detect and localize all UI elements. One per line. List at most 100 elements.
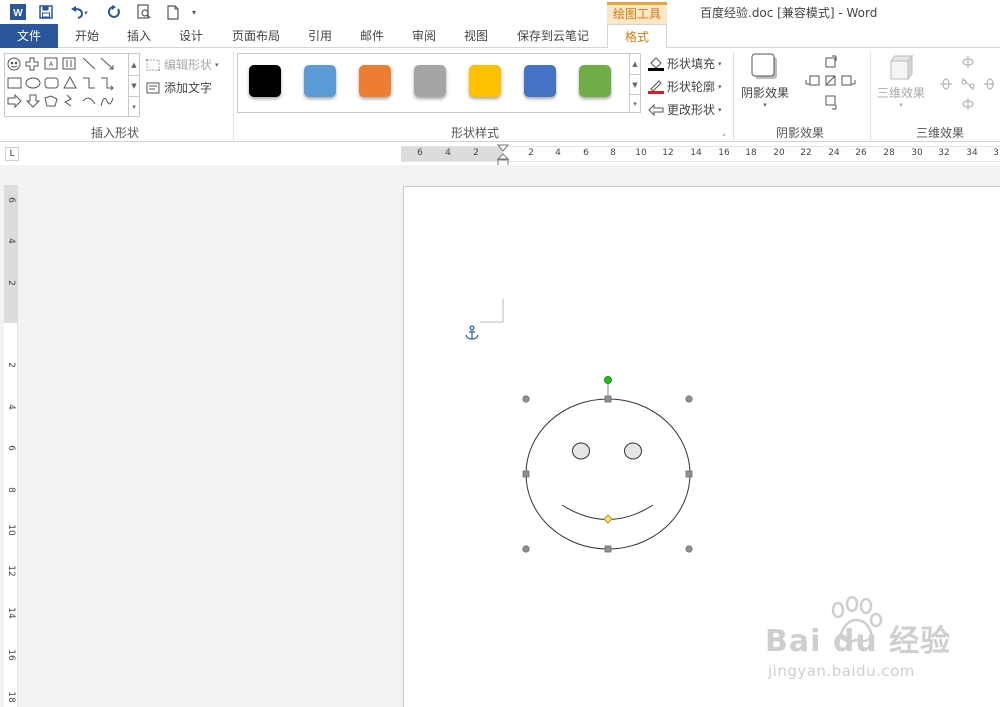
ribbon-tabs: 文件 开始 插入 设计 页面布局 引用 邮件 审阅 视图 保存到云笔记 格式: [0, 24, 1000, 49]
resize-handle-top[interactable]: [604, 395, 612, 403]
ruler-tick: 18: [6, 691, 16, 703]
print-preview-icon[interactable]: [134, 3, 154, 21]
vertical-ruler[interactable]: 6 4 2 2 4 6 8 10 12 14 16 18: [4, 185, 18, 707]
style-swatch-green[interactable]: [579, 65, 611, 97]
style-swatch-blue[interactable]: [304, 65, 336, 97]
tab-format[interactable]: 格式: [607, 24, 667, 49]
shape-thumbnails[interactable]: A: [5, 54, 129, 116]
ruler-tick: 3: [993, 148, 999, 158]
chevron-down-icon: ▾: [718, 105, 722, 114]
smiley-face-shape[interactable]: [513, 372, 703, 562]
ruler-tick: 30: [911, 148, 923, 158]
resize-handle-bottom-right[interactable]: [685, 545, 693, 553]
ruler-tick: 6: [6, 445, 16, 451]
style-swatch-dark-blue[interactable]: [524, 65, 556, 97]
3d-cube-icon: [889, 54, 914, 81]
styles-more[interactable]: ▾: [629, 94, 640, 112]
style-swatch-orange[interactable]: [359, 65, 391, 97]
redo-icon[interactable]: [104, 3, 124, 21]
ruler-tick: 2: [6, 280, 16, 286]
text-box-icon: [146, 82, 160, 93]
resize-handle-right[interactable]: [685, 470, 693, 478]
ruler-tick: 24: [828, 148, 840, 158]
ruler-tick: 10: [635, 148, 647, 158]
paint-bucket-icon: [648, 56, 664, 71]
tab-page-layout[interactable]: 页面布局: [222, 24, 290, 48]
watermark-url: jingyan.baidu.com: [768, 662, 915, 680]
style-swatch-gray[interactable]: [414, 65, 446, 97]
style-swatch-gold[interactable]: [469, 65, 501, 97]
shapes-scroll-up[interactable]: ▲: [128, 54, 139, 75]
tab-mailings[interactable]: 邮件: [349, 24, 395, 48]
resize-handle-top-right[interactable]: [685, 395, 693, 403]
ruler-tick: 18: [745, 148, 757, 158]
tab-design[interactable]: 设计: [168, 24, 214, 48]
add-text-button[interactable]: 添加文字: [146, 79, 212, 96]
word-logo-icon: W: [8, 3, 28, 21]
horizontal-ruler[interactable]: 6 4 2 2 4 6 8 10 12 14 16 18 20 22 24 26…: [401, 144, 1000, 167]
shadow-effects-button[interactable]: 阴影效果 ▾: [740, 53, 790, 109]
customize-qa-button[interactable]: ▾: [188, 3, 200, 21]
tab-save-to-cloud-note[interactable]: 保存到云笔记: [508, 24, 598, 48]
tab-view[interactable]: 视图: [453, 24, 499, 48]
chevron-down-icon: ▾: [718, 59, 722, 68]
shadow-nudge-arrows[interactable]: [802, 54, 862, 116]
ruler-tick: 8: [6, 487, 16, 493]
3d-effects-label: 三维效果: [876, 86, 925, 100]
ruler-tick: 10: [6, 524, 16, 536]
shapes-gallery[interactable]: A ▲ ▼ ▾: [4, 53, 140, 117]
save-icon[interactable]: [36, 3, 56, 21]
group-label-3d: 三维效果: [915, 126, 964, 140]
styles-scroll-down[interactable]: ▼: [629, 74, 640, 94]
style-swatch-black[interactable]: [249, 65, 281, 97]
tab-home[interactable]: 开始: [64, 24, 110, 48]
ribbon: A ▲ ▼ ▾ 编辑形状 ▾ 添加文字 插入形状 ▲ ▼ ▾ 形状填充 ▾ 形状…: [0, 48, 1000, 142]
window-title: 百度经验.doc [兼容模式] - Word: [700, 6, 878, 20]
chevron-down-icon: ▾: [899, 101, 903, 109]
svg-text:▾: ▾: [84, 9, 88, 17]
ruler-tick: 4: [555, 148, 561, 158]
tab-insert[interactable]: 插入: [116, 24, 162, 48]
smiley-face-outline: [525, 398, 691, 550]
group-divider: [870, 52, 871, 140]
change-shape-button[interactable]: 更改形状 ▾: [648, 101, 722, 118]
ruler-tick: 32: [938, 148, 950, 158]
change-shape-label: 更改形状: [667, 103, 716, 117]
tab-references[interactable]: 引用: [297, 24, 343, 48]
ruler-tick: 4: [6, 238, 16, 244]
rotation-handle[interactable]: [604, 376, 612, 384]
resize-handle-bottom[interactable]: [604, 545, 612, 553]
undo-icon[interactable]: ▾: [66, 3, 90, 21]
tab-review[interactable]: 审阅: [401, 24, 447, 48]
ruler-tick: 4: [445, 148, 451, 158]
anchor-icon[interactable]: [464, 325, 480, 341]
shape-styles-gallery[interactable]: ▲ ▼ ▾: [237, 53, 641, 113]
smiley-left-eye: [572, 442, 590, 460]
shapes-more[interactable]: ▾: [128, 96, 139, 116]
edit-shape-icon: [146, 58, 160, 71]
styles-scroll-up[interactable]: ▲: [629, 54, 640, 74]
tab-file[interactable]: 文件: [0, 24, 58, 48]
tab-stop-selector[interactable]: L: [5, 147, 19, 161]
dialog-launcher-icon[interactable]: ⌟: [722, 128, 726, 137]
ruler-tick: 6: [417, 148, 423, 158]
resize-handle-bottom-left[interactable]: [522, 545, 530, 553]
3d-effects-button[interactable]: 三维效果 ▾: [874, 53, 928, 109]
ruler-tick: 16: [6, 649, 16, 661]
ruler-tick: 4: [6, 404, 16, 410]
new-document-icon[interactable]: [164, 3, 182, 21]
edit-shape-button[interactable]: 编辑形状 ▾: [146, 56, 219, 73]
shape-fill-button[interactable]: 形状填充 ▾: [648, 55, 722, 72]
shapes-scroll-down[interactable]: ▼: [128, 75, 139, 96]
resize-handle-left[interactable]: [522, 470, 530, 478]
ruler-tick: 2: [528, 148, 534, 158]
shadow-effects-label: 阴影效果: [740, 86, 789, 100]
add-text-label: 添加文字: [164, 81, 213, 95]
ruler-tick: 14: [6, 607, 16, 619]
3d-tilt-controls[interactable]: [934, 54, 994, 116]
ruler-tick: 14: [690, 148, 702, 158]
shape-outline-button[interactable]: 形状轮廓 ▾: [648, 78, 722, 95]
margin-corner-mark: [480, 299, 504, 323]
resize-handle-top-left[interactable]: [522, 395, 530, 403]
ruler-tick: 28: [883, 148, 895, 158]
